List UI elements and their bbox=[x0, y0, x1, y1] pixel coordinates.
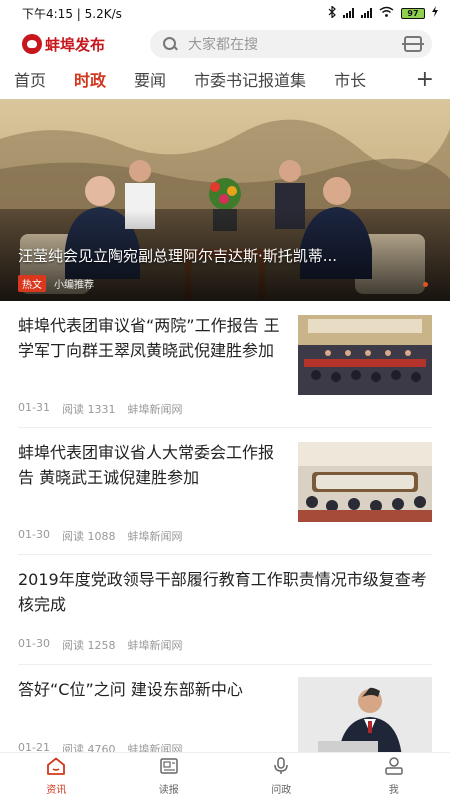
status-icons: 97 bbox=[328, 4, 438, 21]
tab-secretary-reports[interactable]: 市委书记报道集 bbox=[194, 67, 306, 91]
app-header: 蚌埠发布 大家都在搜 bbox=[0, 26, 450, 62]
news-source: 蚌埠新闻网 bbox=[127, 639, 183, 652]
signal-icon bbox=[343, 8, 354, 18]
banner-image bbox=[0, 99, 450, 301]
news-meta: 01-30 阅读 1258 蚌埠新闻网 bbox=[18, 637, 182, 653]
search-input[interactable]: 大家都在搜 bbox=[188, 34, 394, 54]
news-date: 01-31 bbox=[18, 401, 50, 414]
news-reads: 阅读 1088 bbox=[61, 530, 116, 543]
news-title: 答好“C位”之问 建设东部新中心 bbox=[18, 680, 243, 699]
news-meta: 01-30 阅读 1088 蚌埠新闻网 bbox=[18, 528, 182, 544]
battery-icon: 97 bbox=[401, 7, 425, 19]
search-icon bbox=[162, 36, 178, 52]
nav-news-label: 资讯 bbox=[46, 785, 67, 796]
logo-text: 蚌埠发布 bbox=[45, 35, 106, 54]
scan-icon[interactable] bbox=[402, 36, 424, 52]
search-bar[interactable]: 大家都在搜 bbox=[150, 30, 432, 58]
microphone-icon bbox=[271, 757, 291, 778]
news-date: 01-30 bbox=[18, 528, 50, 541]
user-icon bbox=[384, 757, 404, 778]
bottom-nav: 资讯 读报 问政 我 bbox=[0, 752, 450, 800]
news-list: 蚌埠代表团审议省“两院”工作报告 王学军丁向群王翠凤黄晓武倪建胜参加 01-31… bbox=[0, 301, 450, 753]
news-title: 蚌埠代表团审议省“两院”工作报告 王学军丁向群王翠凤黄晓武倪建胜参加 bbox=[18, 316, 280, 360]
home-icon bbox=[46, 757, 66, 778]
nav-newspaper[interactable]: 读报 bbox=[113, 753, 226, 800]
news-meta: 01-31 阅读 1331 蚌埠新闻网 bbox=[18, 401, 182, 417]
news-reads: 阅读 1258 bbox=[61, 639, 116, 652]
nav-newspaper-label: 读报 bbox=[158, 785, 179, 796]
news-thumbnail bbox=[298, 677, 432, 753]
news-item[interactable]: 蚌埠代表团审议省“两院”工作报告 王学军丁向群王翠凤黄晓武倪建胜参加 01-31… bbox=[18, 301, 432, 428]
channel-tabs: 首页 时政 要闻 市委书记报道集 市长 + bbox=[0, 62, 450, 96]
network-speed: 5.2K/s bbox=[84, 6, 122, 21]
news-item[interactable]: 2019年度党政领导干部履行教育工作职责情况市级复查考核完成 01-30 阅读 … bbox=[18, 555, 432, 665]
news-thumbnail bbox=[298, 315, 432, 395]
hot-tag: 热文 bbox=[18, 275, 46, 292]
news-thumbnail bbox=[298, 442, 432, 522]
news-item[interactable]: 答好“C位”之问 建设东部新中心 01-21 阅读 4760 蚌埠新闻网 bbox=[18, 665, 432, 753]
nav-me-label: 我 bbox=[388, 785, 399, 796]
tab-mayor[interactable]: 市长 bbox=[334, 67, 366, 91]
news-reads: 阅读 1331 bbox=[61, 403, 116, 416]
logo-mark-icon bbox=[22, 34, 42, 54]
newspaper-icon bbox=[159, 757, 179, 778]
status-left: 下午4:15 | 5.2K/s bbox=[22, 6, 122, 21]
news-source: 蚌埠新闻网 bbox=[127, 530, 183, 543]
news-item[interactable]: 蚌埠代表团审议省人大常委会工作报告 黄晓武王诚倪建胜参加 01-30 阅读 10… bbox=[18, 428, 432, 555]
status-bar: 下午4:15 | 5.2K/s 97 bbox=[0, 0, 450, 26]
banner-source: 小编推荐 bbox=[54, 280, 94, 291]
tab-headlines[interactable]: 要闻 bbox=[134, 67, 166, 91]
news-title: 蚌埠代表团审议省人大常委会工作报告 黄晓武王诚倪建胜参加 bbox=[18, 443, 275, 487]
nav-news[interactable]: 资讯 bbox=[0, 753, 113, 800]
banner-title[interactable]: 汪莹纯会见立陶宛副总理阿尔吉达斯·斯托凯蒂... bbox=[18, 245, 424, 266]
news-title: 2019年度党政领导干部履行教育工作职责情况市级复查考核完成 bbox=[18, 570, 427, 614]
banner-carousel[interactable]: 汪莹纯会见立陶宛副总理阿尔吉达斯·斯托凯蒂... 热文 小编推荐 bbox=[0, 99, 450, 301]
wifi-icon bbox=[379, 6, 394, 20]
news-date: 01-30 bbox=[18, 637, 50, 650]
nav-inquiry-label: 问政 bbox=[271, 785, 292, 796]
banner-meta: 热文 小编推荐 bbox=[18, 275, 94, 292]
tab-home[interactable]: 首页 bbox=[14, 67, 46, 91]
app-logo[interactable]: 蚌埠发布 bbox=[22, 34, 150, 55]
signal-icon-2 bbox=[361, 8, 372, 18]
nav-me[interactable]: 我 bbox=[338, 753, 450, 800]
status-time: 下午4:15 bbox=[22, 6, 73, 21]
add-channel-icon[interactable]: + bbox=[404, 62, 450, 96]
charging-icon bbox=[432, 6, 438, 20]
bluetooth-icon bbox=[328, 4, 336, 21]
carousel-indicator bbox=[423, 282, 428, 287]
news-source: 蚌埠新闻网 bbox=[127, 403, 183, 416]
nav-inquiry[interactable]: 问政 bbox=[225, 753, 338, 800]
tab-politics[interactable]: 时政 bbox=[74, 67, 106, 91]
